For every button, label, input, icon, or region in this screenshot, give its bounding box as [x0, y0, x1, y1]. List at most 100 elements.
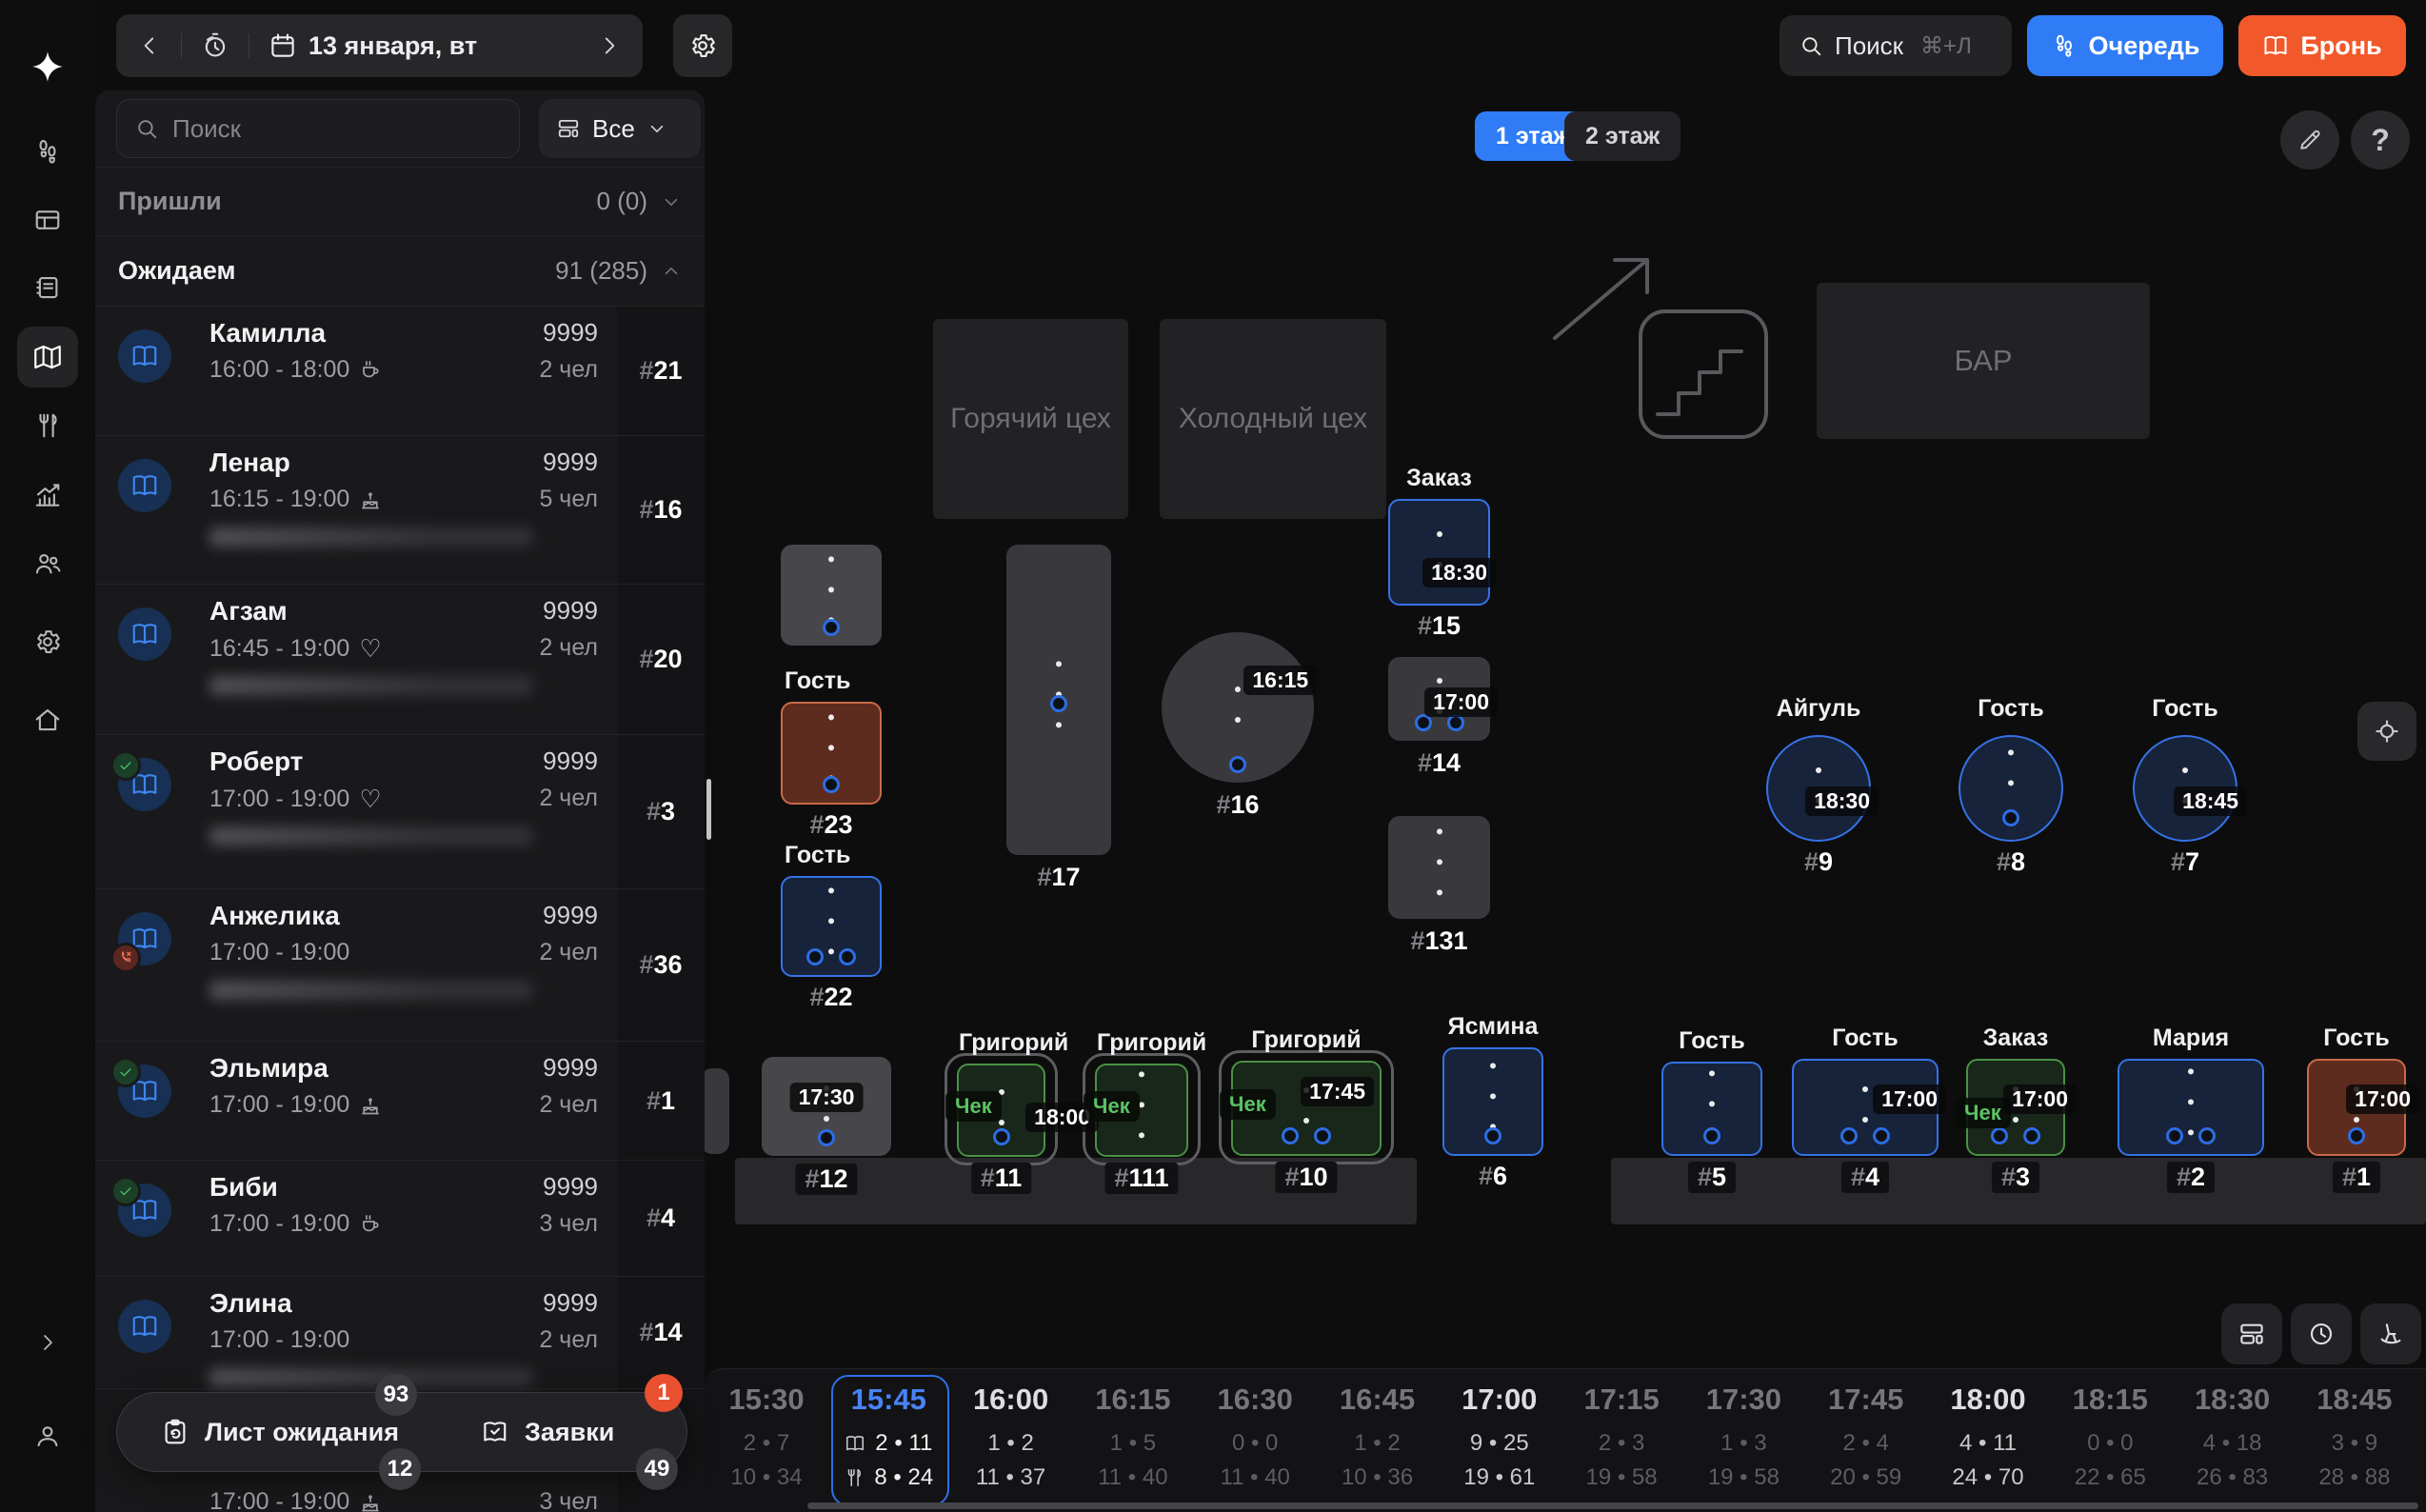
check-chip: Чек: [945, 1091, 1002, 1122]
timeslot-17:15[interactable]: 17:152 • 319 • 58: [1562, 1383, 1680, 1491]
expand-rail-button[interactable]: [27, 1322, 69, 1363]
history-button[interactable]: [201, 31, 229, 60]
rail-item-table-layout[interactable]: [17, 189, 78, 250]
deposit-amount: 9999: [543, 901, 598, 930]
table-guest-label: Гость: [785, 667, 880, 695]
people-icon: [33, 549, 62, 578]
layout-icon: [556, 116, 581, 141]
divider: [181, 33, 182, 58]
list-search-input[interactable]: Поиск: [116, 99, 520, 158]
table-15[interactable]: Заказ18:30#15: [1388, 499, 1490, 606]
next-day-button[interactable]: [597, 33, 622, 58]
reservation-book-icon: [118, 607, 171, 661]
rail-item-map[interactable]: [17, 327, 78, 388]
table[interactable]: [781, 545, 882, 646]
table-7[interactable]: Гость18:45#7: [2133, 735, 2237, 842]
rail-item-gear[interactable]: [17, 611, 78, 672]
home-icon: [33, 706, 62, 734]
settings-button[interactable]: [673, 14, 732, 77]
table-17[interactable]: #17: [1006, 545, 1111, 855]
guest-row[interactable]: Роберт17:00 - 19:00♡99992 чел#3: [95, 735, 705, 889]
guest-row[interactable]: Эльмира17:00 - 19:0099992 чел#1: [95, 1042, 705, 1161]
table-3[interactable]: ЗаказЧек17:00#3: [1966, 1059, 2065, 1156]
table-11[interactable]: ГригорийЧек18:00#11: [957, 1064, 1045, 1157]
table-guest-label: Григорий: [1233, 1026, 1380, 1054]
table-6[interactable]: Ясмина#6: [1442, 1047, 1543, 1156]
timeslot-17:00[interactable]: 17:009 • 2519 • 61: [1441, 1383, 1559, 1491]
timeslot-guests: 11 • 37: [952, 1464, 1070, 1491]
prev-day-button[interactable]: [137, 33, 162, 58]
rail-item-cutlery[interactable]: [17, 395, 78, 456]
edit-floor-button[interactable]: [2280, 110, 2339, 169]
guest-row[interactable]: Камилла16:00 - 18:0099992 чел#21: [95, 307, 705, 436]
rail-item-chart[interactable]: [17, 465, 78, 526]
timeline-scrollbar[interactable]: [807, 1502, 2418, 1509]
timeslot-17:30[interactable]: 17:301 • 319 • 58: [1684, 1383, 1802, 1491]
table-14[interactable]: 17:00#14: [1388, 657, 1490, 741]
timeslot-guests: 10 • 34: [707, 1464, 825, 1491]
section-title: Пришли: [118, 187, 222, 216]
table-22[interactable]: Гость#22: [781, 876, 882, 977]
table-16[interactable]: 16:15#16: [1162, 632, 1314, 783]
floor-tab-2[interactable]: 2 этаж: [1564, 111, 1680, 161]
requests-button[interactable]: Заявки: [481, 1418, 614, 1447]
table-10[interactable]: ГригорийЧек17:45#10: [1231, 1061, 1382, 1156]
timeslot-16:15[interactable]: 16:151 • 511 • 40: [1074, 1383, 1192, 1491]
timeslot-18:30[interactable]: 18:304 • 1826 • 83: [2174, 1383, 2292, 1491]
timeslot-18:45[interactable]: 18:453 • 928 • 88: [2296, 1383, 2414, 1491]
guest-row[interactable]: Ленар16:15 - 19:0099995 чел#16: [95, 436, 705, 585]
booking-button[interactable]: Бронь: [2238, 15, 2406, 76]
table-2[interactable]: Мария#2: [2118, 1059, 2264, 1156]
table-4[interactable]: Гость17:00#4: [1792, 1059, 1939, 1156]
rail-item-notebook[interactable]: [17, 257, 78, 318]
rail-item-home[interactable]: [17, 689, 78, 750]
guest-row[interactable]: Анжелика17:00 - 19:0099992 чел#36: [95, 889, 705, 1042]
seat-dots: [2008, 749, 2014, 816]
reservation-book-icon: [118, 329, 171, 383]
global-search-button[interactable]: Поиск ⌘+Л: [1780, 15, 2012, 76]
guest-name: Камилла: [209, 318, 326, 348]
timeslot-18:00[interactable]: 18:004 • 1124 • 70: [1929, 1383, 2047, 1491]
layout-toggle-button[interactable]: [2221, 1303, 2282, 1364]
timeslot-time: 17:45: [1807, 1383, 1925, 1417]
filter-dropdown[interactable]: Все: [539, 99, 701, 158]
timeslot-16:45[interactable]: 16:451 • 210 • 36: [1319, 1383, 1437, 1491]
section-waiting[interactable]: Ожидаем 91 (285): [95, 236, 705, 307]
locate-button[interactable]: [2357, 702, 2416, 761]
panel-scrollbar[interactable]: [706, 779, 711, 840]
app-logo[interactable]: [17, 36, 78, 97]
timeslot-16:30[interactable]: 16:300 • 011 • 40: [1196, 1383, 1314, 1491]
help-button[interactable]: ?: [2351, 110, 2410, 169]
table-number-label: #11: [971, 1163, 1032, 1194]
profile-button[interactable]: [25, 1413, 70, 1459]
table-5[interactable]: Гость#5: [1661, 1062, 1762, 1156]
table-1[interactable]: Гость17:00#1: [2307, 1059, 2406, 1156]
timeslot-15:45[interactable]: 15:452 • 118 • 24: [829, 1383, 947, 1491]
guest-row[interactable]: Агзам16:45 - 19:00♡99992 чел#20: [95, 585, 705, 735]
rail-item-people[interactable]: [17, 533, 78, 594]
section-arrived[interactable]: Пришли 0 (0): [95, 167, 705, 236]
table-131[interactable]: #131: [1388, 816, 1490, 919]
table-23[interactable]: Гость#23: [781, 702, 882, 805]
guest-row[interactable]: Элина17:00 - 19:0099992 чел#14: [95, 1277, 705, 1389]
reservation-time-chip: 18:30: [1805, 786, 1879, 816]
table-111[interactable]: ГригорийЧек#111: [1095, 1064, 1188, 1157]
rail-item-footprints[interactable]: [17, 121, 78, 182]
reservation-time: 16:45 - 19:00♡: [209, 634, 382, 664]
chevron-down-icon: [646, 118, 667, 139]
queue-button[interactable]: Очередь: [2027, 15, 2223, 76]
guest-row[interactable]: Биби17:00 - 19:0099993 чел#4: [95, 1161, 705, 1277]
date-picker[interactable]: 13 января, вт: [268, 31, 477, 61]
table-12[interactable]: 17:30#12: [762, 1057, 891, 1156]
waitlist-button[interactable]: Лист ожидания: [161, 1418, 399, 1447]
timeslot-18:15[interactable]: 18:150 • 022 • 65: [2051, 1383, 2169, 1491]
time-view-button[interactable]: [2291, 1303, 2352, 1364]
timeslot-17:45[interactable]: 17:452 • 420 • 59: [1807, 1383, 1925, 1491]
seating-view-button[interactable]: [2360, 1303, 2421, 1364]
table-8[interactable]: Гость#8: [1959, 735, 2063, 842]
timeslot-16:00[interactable]: 16:001 • 211 • 37: [952, 1383, 1070, 1491]
table-9[interactable]: Айгуль18:30#9: [1766, 735, 1871, 842]
timeslot-guests: 8 • 24: [829, 1464, 947, 1491]
timeslot-15:30[interactable]: 15:302 • 710 • 34: [707, 1383, 825, 1491]
table[interactable]: [701, 1068, 729, 1154]
